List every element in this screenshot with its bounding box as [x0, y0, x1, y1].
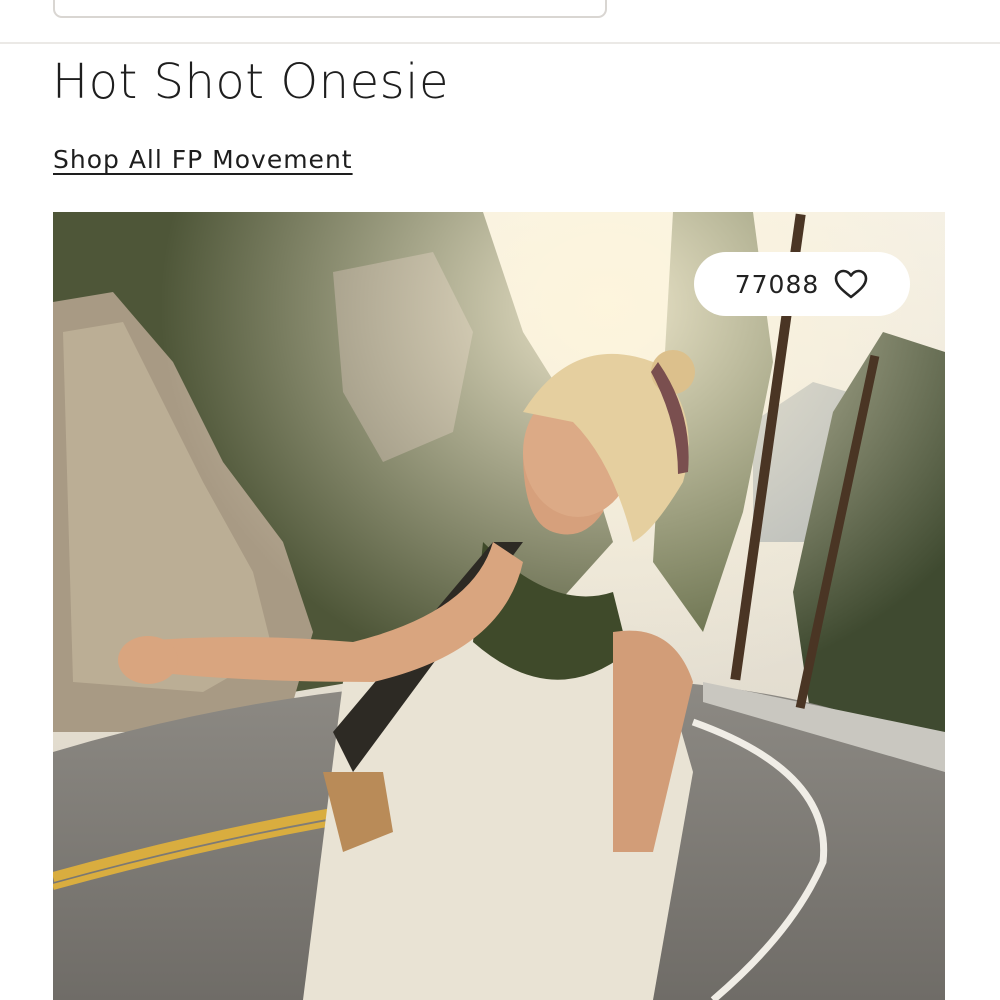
shop-all-collection-link[interactable]: Shop All FP Movement — [53, 145, 353, 174]
heart-outline-icon — [834, 269, 868, 299]
like-button[interactable]: 77088 — [694, 252, 910, 316]
header-divider — [0, 42, 1000, 44]
product-image[interactable] — [53, 212, 945, 1000]
product-title: Hot Shot Onesie — [52, 54, 449, 110]
search-input[interactable] — [53, 0, 607, 18]
like-count: 77088 — [734, 269, 820, 299]
